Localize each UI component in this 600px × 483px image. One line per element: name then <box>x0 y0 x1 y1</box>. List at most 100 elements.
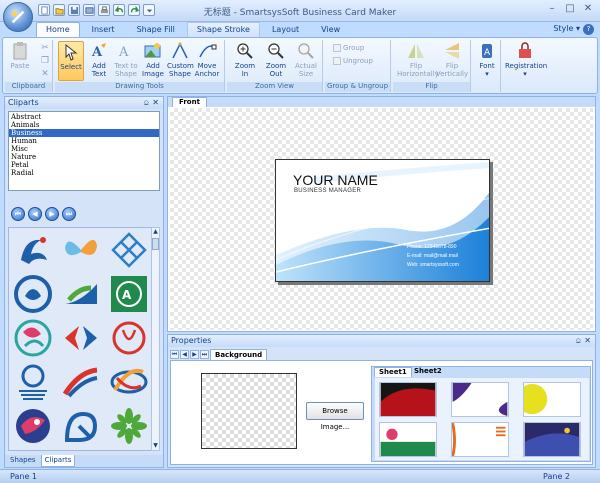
clipart-item[interactable] <box>59 318 103 358</box>
copy-icon[interactable]: ❐ <box>40 56 50 66</box>
zoom-in-button[interactable]: Zoom In <box>232 41 258 78</box>
card-role[interactable]: BUSINESS MANAGER <box>294 188 361 194</box>
list-item[interactable]: Nature <box>9 153 159 161</box>
background-thumbnail[interactable] <box>379 382 437 417</box>
tab-sheet1[interactable]: Sheet1 <box>374 367 412 377</box>
maximize-icon[interactable]: □ <box>562 3 578 17</box>
tab-background[interactable]: Background <box>210 349 268 360</box>
style-menu[interactable]: Style ▾ <box>553 24 580 33</box>
background-thumbnail[interactable] <box>523 422 581 457</box>
list-item[interactable]: Human <box>9 137 159 145</box>
font-button[interactable]: A Font ▾ <box>474 41 500 78</box>
close-icon[interactable]: ✕ <box>580 3 596 17</box>
clipart-scrollbar[interactable]: ▲ ▼ <box>151 227 160 451</box>
pin-icon[interactable]: ⎐ <box>143 97 149 109</box>
close-panel-icon[interactable]: ✕ <box>152 97 159 109</box>
scroll-down-icon[interactable]: ▼ <box>152 442 159 450</box>
tab-shapes[interactable]: Shapes <box>7 455 39 467</box>
flip-vertically-button[interactable]: Flip Vertically <box>435 41 469 78</box>
list-item[interactable]: Business <box>9 129 159 137</box>
prev-tab-icon[interactable]: ◀ <box>180 350 189 359</box>
clipart-item[interactable] <box>11 406 55 446</box>
tab-front[interactable]: Front <box>172 97 207 107</box>
list-item[interactable]: Radial <box>9 169 159 177</box>
next-page-icon[interactable]: ▶ <box>45 207 59 221</box>
actual-size-button[interactable]: Actual Size <box>293 41 319 78</box>
design-canvas[interactable]: YOUR NAME BUSINESS MANAGER Phone: 123456… <box>170 108 593 330</box>
background-thumbnail[interactable] <box>523 382 581 417</box>
add-text-label: Add Text <box>91 62 107 78</box>
ribbon: Paste ✂ ❐ ✕ Clipboard Select A Add Text … <box>2 37 598 94</box>
list-item[interactable]: Abstract <box>9 113 159 121</box>
business-card[interactable]: YOUR NAME BUSINESS MANAGER Phone: 123456… <box>275 159 490 282</box>
tab-layout[interactable]: Layout <box>262 22 309 37</box>
list-item[interactable]: Misc <box>9 145 159 153</box>
clipart-item[interactable]: A <box>107 274 151 314</box>
category-list[interactable]: Abstract Animals Business Human Misc Nat… <box>8 111 160 191</box>
scroll-thumb[interactable] <box>152 238 159 250</box>
flip-horizontal-icon <box>408 44 424 58</box>
last-tab-icon[interactable]: ⏭ <box>200 350 209 359</box>
background-thumbnail[interactable] <box>451 422 509 457</box>
prev-page-icon[interactable]: ◀ <box>28 207 42 221</box>
first-tab-icon[interactable]: ⏮ <box>170 350 179 359</box>
add-image-icon <box>144 43 161 58</box>
background-thumbnail[interactable] <box>451 382 509 417</box>
move-anchor-button[interactable]: Move Anchor <box>194 41 220 78</box>
background-thumbnails <box>375 378 589 460</box>
flip-horizontally-button[interactable]: Flip Horizontally <box>397 41 439 78</box>
card-web[interactable]: Web: smartsyssoft.com <box>407 262 459 268</box>
select-button[interactable]: Select <box>58 41 84 81</box>
drawing-tools-group-label: Drawing Tools <box>55 82 224 92</box>
clipart-item[interactable] <box>107 230 151 270</box>
add-text-button[interactable]: A Add Text <box>86 41 112 78</box>
clipart-item[interactable] <box>59 406 103 446</box>
clipboard-group-label: Clipboard <box>5 82 52 92</box>
tab-view[interactable]: View <box>311 22 350 37</box>
registration-button[interactable]: Registration ▾ <box>505 41 547 78</box>
clipart-item[interactable] <box>11 274 55 314</box>
close-panel-icon[interactable]: ✕ <box>584 335 591 347</box>
first-page-icon[interactable]: ⏮ <box>11 207 25 221</box>
tab-shape-stroke[interactable]: Shape Stroke <box>186 22 260 37</box>
clipart-item[interactable] <box>11 318 55 358</box>
tab-insert[interactable]: Insert <box>82 22 125 37</box>
text-to-shape-button[interactable]: A Text to Shape <box>113 41 139 78</box>
add-image-button[interactable]: Add Image <box>140 41 166 78</box>
application-menu-button[interactable] <box>3 2 33 32</box>
card-phone[interactable]: Phone: 12345678-890 <box>407 244 457 250</box>
clipart-item[interactable] <box>107 362 151 402</box>
next-tab-icon[interactable]: ▶ <box>190 350 199 359</box>
background-thumbnail[interactable] <box>379 422 437 457</box>
group-button[interactable]: Group <box>333 44 364 52</box>
clipart-item[interactable] <box>59 230 103 270</box>
custom-shape-button[interactable]: Custom Shape <box>167 41 194 78</box>
clipart-item[interactable] <box>59 362 103 402</box>
pin-icon[interactable]: ⎐ <box>575 335 581 347</box>
tab-home[interactable]: Home <box>36 22 80 37</box>
delete-icon[interactable]: ✕ <box>40 69 50 79</box>
tab-shape-fill[interactable]: Shape Fill <box>127 22 185 37</box>
last-page-icon[interactable]: ⏭ <box>62 207 76 221</box>
clipart-item[interactable] <box>107 406 151 446</box>
help-icon[interactable]: ? <box>583 24 594 35</box>
tab-cliparts[interactable]: Cliparts <box>40 455 76 467</box>
scroll-up-icon[interactable]: ▲ <box>152 228 159 236</box>
browse-image-button[interactable]: Browse Image... <box>306 402 364 431</box>
tab-sheet2[interactable]: Sheet2 <box>410 367 446 377</box>
ungroup-button[interactable]: Ungroup <box>333 57 373 65</box>
clipart-item[interactable] <box>107 318 151 358</box>
card-email[interactable]: E-mail: mail@mail.mail <box>407 253 458 259</box>
clipart-item[interactable] <box>11 362 55 402</box>
minimize-icon[interactable]: – <box>544 3 560 17</box>
zoom-out-button[interactable]: Zoom Out <box>263 41 289 78</box>
list-item[interactable]: Petal <box>9 161 159 169</box>
clipart-item[interactable] <box>59 274 103 314</box>
cut-icon[interactable]: ✂ <box>40 43 50 53</box>
clipart-item[interactable] <box>11 230 55 270</box>
list-item[interactable]: Animals <box>9 121 159 129</box>
paste-button[interactable]: Paste <box>7 41 33 70</box>
group-ungroup-group: Group Ungroup Group & Ungroup <box>325 40 391 92</box>
card-name[interactable]: YOUR NAME <box>293 172 378 188</box>
drawing-tools-group: Select A Add Text A Text to Shape Add Im… <box>55 40 225 92</box>
